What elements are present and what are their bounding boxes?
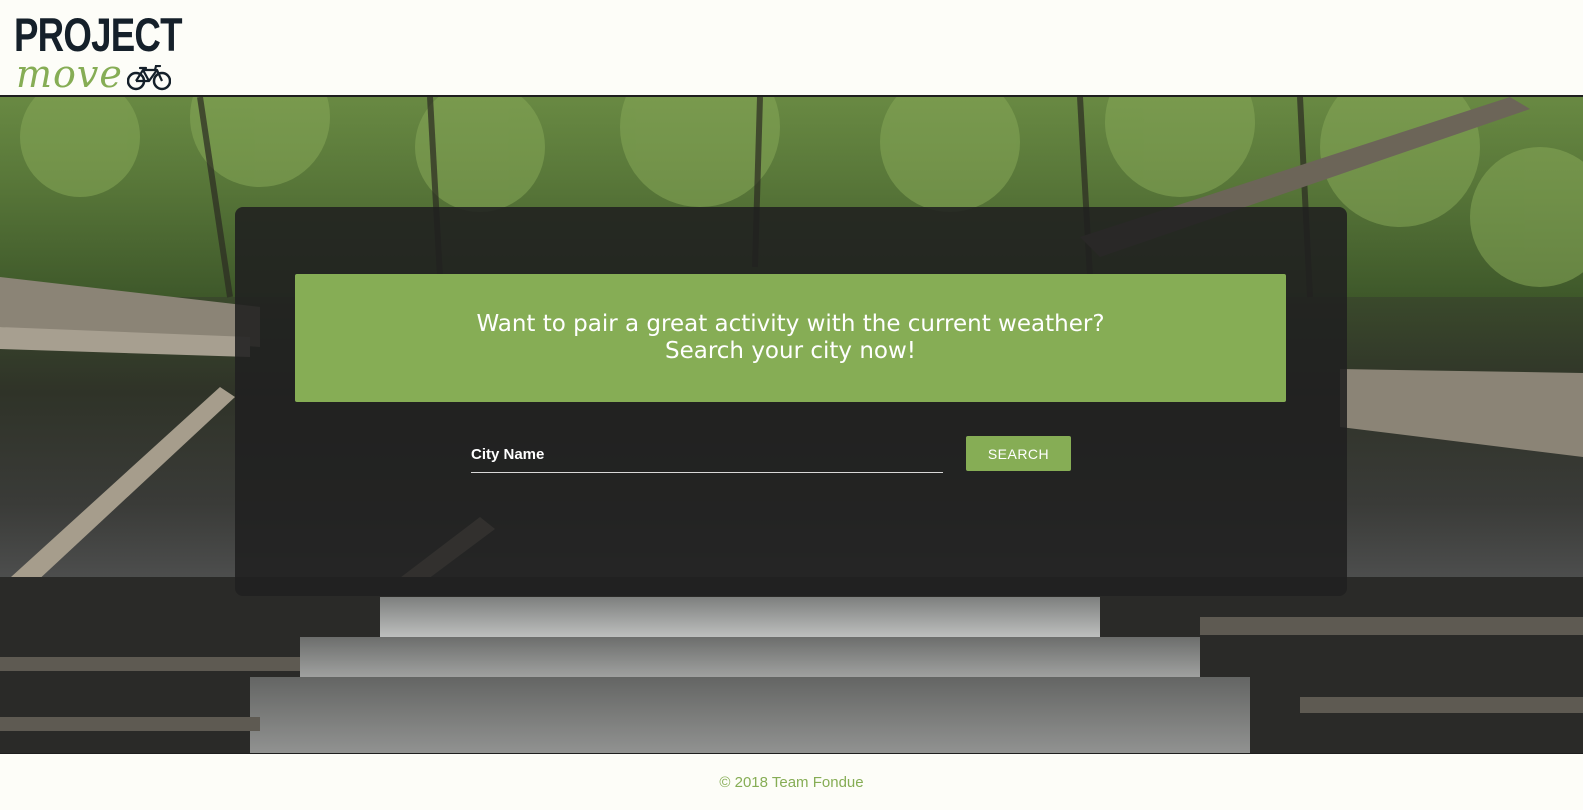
headline-banner: Want to pair a great activity with the c… (295, 274, 1286, 402)
hero-section: Want to pair a great activity with the c… (0, 97, 1583, 753)
logo-script-text: move (16, 52, 123, 96)
site-header: PROJECT move (0, 0, 1583, 97)
headline-line-2: Search your city now! (664, 338, 916, 364)
headline-line-1: Want to pair a great activity with the c… (476, 311, 1105, 337)
search-panel: Want to pair a great activity with the c… (235, 207, 1347, 596)
site-footer: © 2018 Team Fondue (0, 753, 1583, 810)
bicycle-icon (127, 65, 171, 91)
city-name-input[interactable] (471, 436, 943, 473)
search-button[interactable]: SEARCH (966, 436, 1071, 471)
project-move-logo[interactable]: PROJECT move (14, 10, 184, 96)
copyright-text: © 2018 Team Fondue (719, 773, 864, 791)
